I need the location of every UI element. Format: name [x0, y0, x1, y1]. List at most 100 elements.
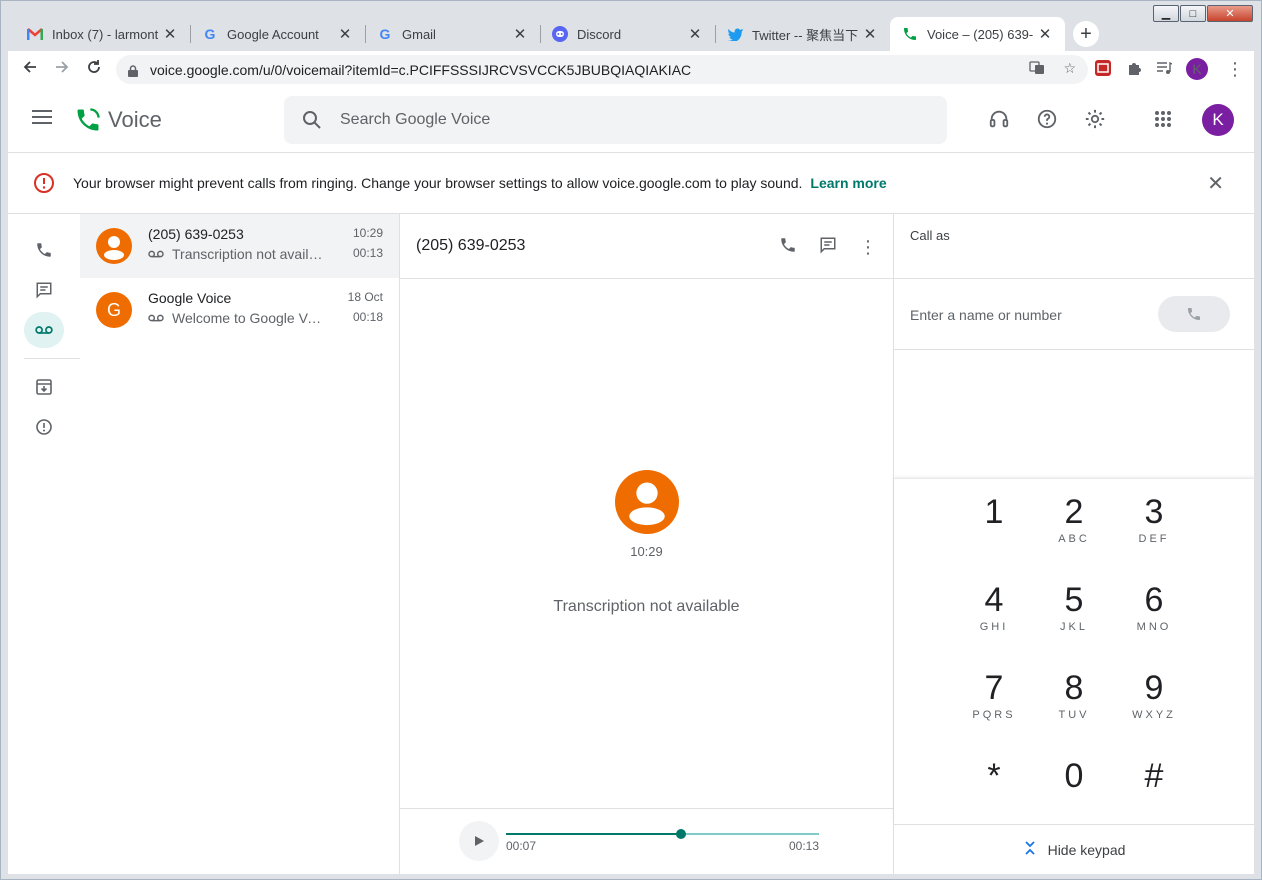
nav-rail	[8, 214, 80, 874]
gear-icon[interactable]	[1084, 108, 1106, 135]
transcription-text: Transcription not available	[553, 598, 740, 615]
apps-grid-icon[interactable]	[1154, 110, 1172, 133]
help-icon[interactable]	[1036, 108, 1058, 135]
nav-archive[interactable]	[24, 369, 64, 405]
keypad-key[interactable]: 0	[1039, 757, 1109, 797]
dial-keypad: 1 2 ABC 3 DEF 4 GHI 5 JKL 6 MNO 7 PQRS 8 TUV 9 WXYZ * 0 #	[894, 478, 1254, 824]
tab-twitter[interactable]: Twitter -- 聚焦当下 ✕	[715, 17, 890, 51]
tab-google-account[interactable]: G Google Account ✕	[190, 17, 365, 51]
thread-snippet: Transcription not available	[148, 246, 327, 262]
new-tab-button[interactable]: +	[1073, 21, 1099, 47]
maximize-button[interactable]: □	[1180, 5, 1206, 22]
close-window-button[interactable]: ✕	[1207, 5, 1253, 22]
keypad-key[interactable]: 4 GHI	[959, 581, 1029, 633]
nav-divider	[24, 358, 80, 359]
message-button[interactable]	[819, 236, 837, 259]
playback-handle[interactable]	[676, 829, 687, 839]
close-icon[interactable]: ✕	[162, 25, 178, 43]
nav-spam[interactable]	[24, 409, 64, 445]
voice-logo-icon	[77, 108, 100, 131]
key-letters: GHI	[979, 621, 1009, 633]
keypad-key[interactable]: 7 PQRS	[959, 669, 1029, 721]
tab-discord[interactable]: Discord ✕	[540, 17, 715, 51]
close-icon[interactable]: ✕	[1207, 171, 1224, 196]
close-icon[interactable]: ✕	[1037, 25, 1053, 43]
call-panel: Call as Enter a name or number 1 2 ABC 3 DEF…	[893, 214, 1254, 874]
discord-icon	[552, 26, 568, 42]
tab-title: Inbox (7) - larmont	[52, 26, 158, 42]
account-avatar[interactable]: K	[1202, 104, 1234, 136]
star-icon[interactable]: ☆	[1063, 60, 1076, 79]
tab-title: Gmail	[402, 26, 436, 42]
window-controls: ▁ □ ✕	[1153, 5, 1253, 22]
phone-icon	[37, 243, 51, 257]
keypad-key[interactable]: 6 MNO	[1119, 581, 1189, 633]
hide-keypad-button[interactable]: Hide keypad	[894, 824, 1254, 874]
keypad-key[interactable]: 9 WXYZ	[1119, 669, 1189, 721]
nav-messages[interactable]	[24, 272, 64, 308]
keypad-key[interactable]: *	[959, 757, 1029, 797]
play-button[interactable]	[459, 821, 499, 861]
dial-input[interactable]: Enter a name or number	[910, 307, 1062, 323]
call-button[interactable]	[779, 236, 797, 259]
nav-voicemail[interactable]	[24, 312, 64, 348]
more-vert-icon[interactable]: ⋮	[1226, 59, 1244, 80]
keypad-key[interactable]: 5 JKL	[1039, 581, 1109, 633]
twitter-icon	[727, 26, 743, 42]
nav-calls[interactable]	[24, 232, 64, 268]
thread-name: Google Voice	[148, 290, 232, 306]
key-digit: 0	[1064, 757, 1084, 795]
extension-red-icon[interactable]	[1094, 59, 1112, 80]
puzzle-icon[interactable]	[1126, 60, 1142, 79]
audio-player: 00:07 00:13	[400, 808, 893, 874]
call-as-section[interactable]: Call as	[894, 214, 1254, 279]
minimize-button[interactable]: ▁	[1153, 5, 1179, 22]
menu-icon[interactable]	[32, 110, 52, 128]
hide-keypad-label: Hide keypad	[1047, 841, 1126, 858]
profile-avatar[interactable]: K	[1186, 58, 1208, 80]
playback-slider[interactable]	[506, 829, 819, 839]
close-icon[interactable]: ✕	[512, 25, 528, 43]
key-letters: PQRS	[972, 709, 1016, 721]
close-icon[interactable]: ✕	[337, 25, 353, 43]
key-digit: 9	[1144, 669, 1164, 707]
voice-logo[interactable]: Voice	[74, 106, 162, 134]
list-item[interactable]: (205) 639-0253 Transcription not availab…	[80, 214, 399, 278]
keypad-key[interactable]: 1	[959, 493, 1029, 533]
detail-actions: ⋮	[779, 236, 877, 259]
list-item[interactable]: G Google Voice Welcome to Google Voice 1…	[80, 278, 399, 342]
translate-icon[interactable]	[1029, 60, 1045, 79]
keypad-key[interactable]: 8 TUV	[1039, 669, 1109, 721]
key-digit: 5	[1064, 581, 1084, 619]
keypad-key[interactable]: 3 DEF	[1119, 493, 1189, 545]
key-digit: 8	[1064, 669, 1084, 707]
address-bar[interactable]: voice.google.com/u/0/voicemail?itemId=c.…	[116, 55, 1088, 84]
playback-progress	[506, 833, 682, 835]
media-queue-icon[interactable]	[1156, 60, 1173, 79]
more-vert-icon[interactable]: ⋮	[859, 237, 877, 258]
voicemail-icon	[148, 250, 164, 258]
forward-arrow-icon[interactable]	[46, 59, 78, 80]
spam-icon	[36, 419, 52, 435]
search-input[interactable]: Search Google Voice	[284, 96, 947, 144]
key-digit: #	[1144, 757, 1164, 795]
lock-icon	[128, 64, 138, 77]
keypad-key[interactable]: #	[1119, 757, 1189, 797]
keypad-key[interactable]: 2 ABC	[1039, 493, 1109, 545]
person-icon	[104, 236, 124, 260]
tab-inbox[interactable]: Inbox (7) - larmont ✕	[15, 17, 190, 51]
extensions-area: K ⋮	[1094, 58, 1244, 80]
close-icon[interactable]: ✕	[862, 25, 878, 43]
back-arrow-icon[interactable]	[14, 59, 46, 80]
reload-icon[interactable]	[78, 59, 110, 80]
key-digit: *	[987, 757, 1001, 795]
collapse-icon	[1024, 840, 1036, 859]
dial-call-button[interactable]	[1158, 296, 1230, 332]
headset-icon[interactable]	[988, 108, 1010, 135]
key-letters: WXYZ	[1132, 709, 1176, 721]
tab-voice[interactable]: Voice – (205) 639-0 ✕	[890, 17, 1065, 51]
close-icon[interactable]: ✕	[687, 25, 703, 43]
learn-more-link[interactable]: Learn more	[810, 175, 886, 191]
tab-gmail[interactable]: G Gmail ✕	[365, 17, 540, 51]
key-letters: JKL	[1060, 621, 1088, 633]
